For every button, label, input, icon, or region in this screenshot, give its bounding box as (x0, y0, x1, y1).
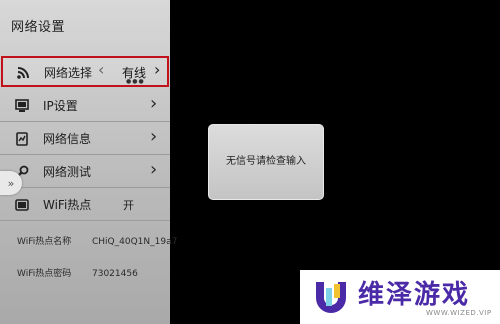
hotspot-name-row: WiFi热点名称 CHiQ_40Q1N_19a7 (17, 234, 177, 247)
monitor-icon (14, 98, 30, 114)
hotspot-password-value: 73021456 (92, 269, 138, 279)
sidebar-item-wifi-hotspot[interactable]: WiFi热点 开 (0, 188, 170, 221)
hotspot-icon (14, 197, 30, 213)
double-chevron-right-icon: » (7, 176, 15, 190)
watermark-name: 维泽游戏 (358, 280, 471, 310)
document-icon (14, 131, 30, 147)
sidebar-item-label: WiFi热点 (43, 198, 92, 212)
option-page-dots: ●●● (126, 78, 145, 85)
sidebar-item-network-info[interactable]: 网络信息 › (0, 122, 170, 155)
sidebar-item-label: 网络信息 (43, 132, 92, 146)
hotspot-name-label: WiFi热点名称 (17, 237, 72, 247)
sidebar-item-label: 网络选择 (44, 66, 93, 80)
wifi-icon (15, 65, 31, 81)
chevron-right-icon: › (150, 159, 158, 180)
chevron-right-icon: › (150, 126, 158, 147)
watermark: 维泽游戏 WWW.WIZED.VIP (300, 270, 500, 324)
sidebar-item-ip-settings[interactable]: IP设置 › (0, 89, 170, 122)
settings-sidebar: 网络设置 网络选择 ‹ 有线 ●●● › IP设置 › 网络信息 › 网络测试 … (0, 0, 177, 324)
prev-option-arrow[interactable]: ‹ (98, 60, 104, 79)
hotspot-name-value: CHiQ_40Q1N_19a7 (92, 237, 178, 247)
chevron-right-icon: › (150, 93, 158, 114)
hotspot-password-row: WiFi热点密码 73021456 (17, 266, 138, 279)
sidebar-item-network-select[interactable]: 网络选择 ‹ 有线 ●●● › (1, 56, 169, 87)
no-signal-dialog: 无信号请检查输入 (208, 124, 324, 200)
sidebar-item-label: 网络测试 (43, 165, 92, 179)
brand-logo (316, 282, 346, 313)
page-title: 网络设置 (11, 20, 66, 35)
hotspot-status-value: 开 (123, 199, 134, 212)
sidebar-item-label: IP设置 (43, 99, 78, 113)
watermark-url: WWW.WIZED.VIP (426, 309, 492, 317)
next-option-arrow[interactable]: › (154, 60, 160, 79)
hotspot-password-label: WiFi热点密码 (17, 269, 72, 279)
dialog-message: 无信号请检查输入 (226, 156, 306, 167)
sidebar-item-network-test[interactable]: 网络测试 › (0, 155, 170, 188)
